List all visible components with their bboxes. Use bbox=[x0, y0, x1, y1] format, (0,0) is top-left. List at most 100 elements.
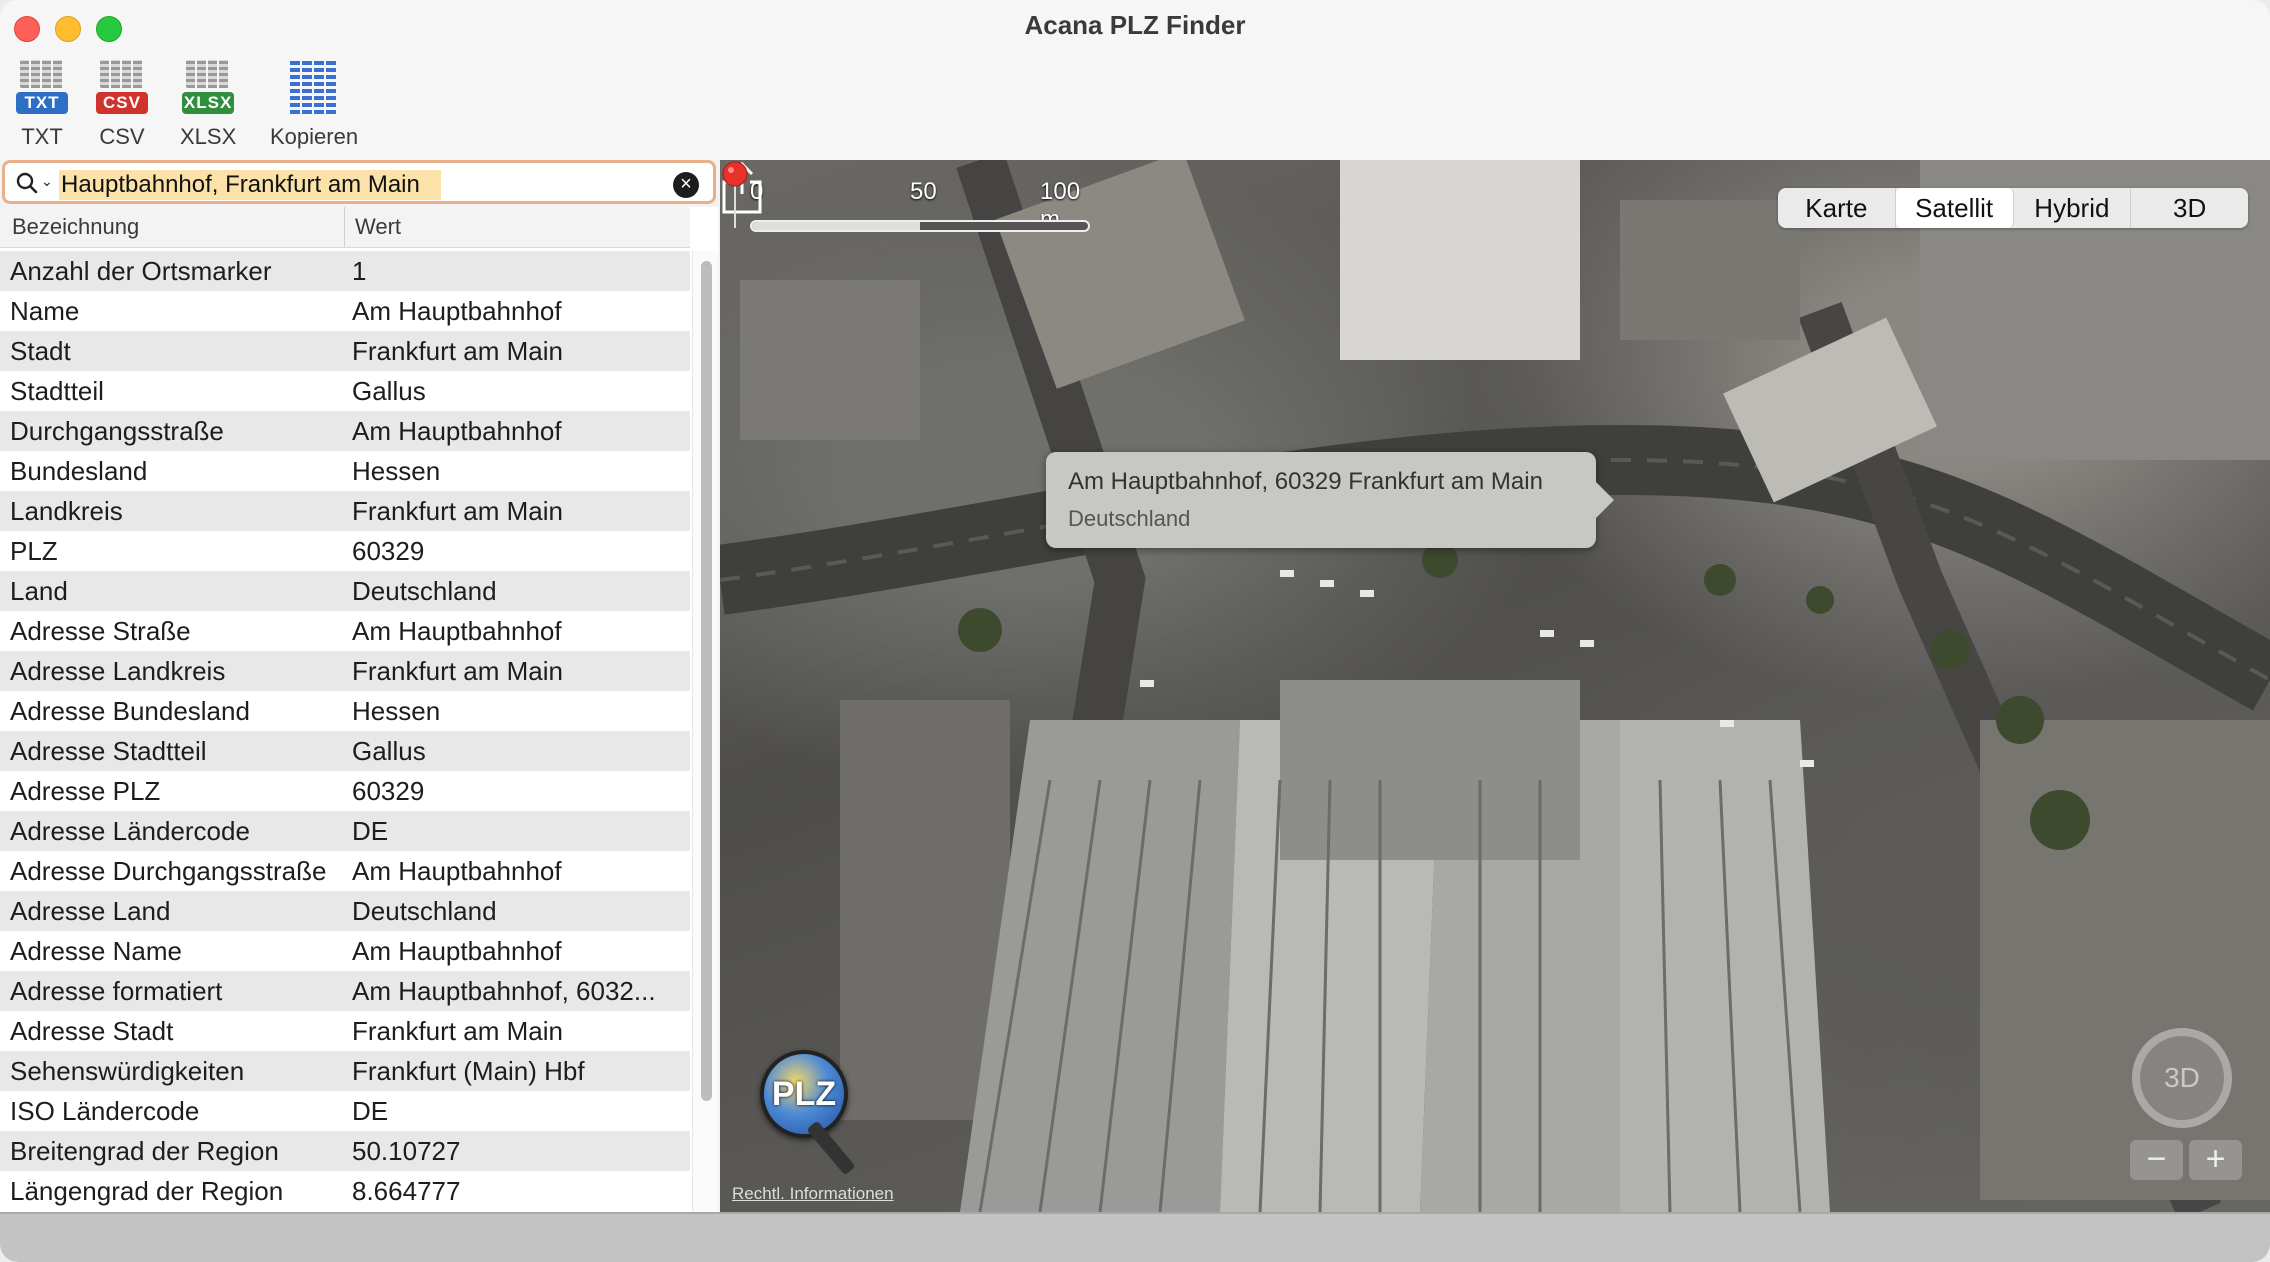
row-label: Adresse Stadtteil bbox=[10, 736, 207, 766]
export-txt-button[interactable]: TXT TXT bbox=[16, 60, 68, 150]
row-label: Adresse Land bbox=[10, 896, 171, 926]
row-value: 60329 bbox=[352, 776, 425, 806]
table-row[interactable]: Adresse Straße Am Hauptbahnhof bbox=[0, 611, 690, 651]
3d-compass-button[interactable]: 3D bbox=[2132, 1028, 2232, 1128]
csv-file-icon: CSV bbox=[96, 60, 148, 120]
copy-table-icon bbox=[290, 60, 339, 120]
search-input[interactable] bbox=[59, 167, 663, 203]
zoom-in-button[interactable]: + bbox=[2189, 1140, 2242, 1180]
callout-country: Deutschland bbox=[1068, 506, 1191, 531]
table-row[interactable]: Stadtteil Gallus bbox=[0, 371, 690, 411]
scale-bar: 0 50 100 m bbox=[750, 178, 1090, 238]
row-value: Am Hauptbahnhof bbox=[352, 296, 562, 326]
export-xlsx-button[interactable]: XLSX XLSX bbox=[180, 60, 236, 150]
row-value: Gallus bbox=[352, 376, 426, 406]
table-row[interactable]: Durchgangsstraße Am Hauptbahnhof bbox=[0, 411, 690, 451]
zoom-out-button[interactable]: − bbox=[2130, 1140, 2183, 1180]
table-row[interactable]: Adresse Name Am Hauptbahnhof bbox=[0, 931, 690, 971]
row-value: 1 bbox=[352, 256, 367, 286]
table-row[interactable]: Anzahl der Ortsmarker 1 bbox=[0, 251, 690, 291]
status-bar bbox=[0, 1212, 2270, 1262]
search-icon[interactable] bbox=[15, 171, 41, 197]
search-field[interactable]: ⌄ × bbox=[2, 160, 716, 204]
row-label: Adresse Bundesland bbox=[10, 696, 250, 726]
window-title: Acana PLZ Finder bbox=[1024, 10, 1246, 40]
copy-button[interactable]: Kopieren bbox=[270, 60, 358, 150]
row-value: Deutschland bbox=[352, 896, 497, 926]
row-label: Land bbox=[10, 576, 68, 606]
table-row[interactable]: Adresse PLZ 60329 bbox=[0, 771, 690, 811]
row-label: Breitengrad der Region bbox=[10, 1136, 279, 1166]
row-label: Bundesland bbox=[10, 456, 148, 486]
table-row[interactable]: Landkreis Frankfurt am Main bbox=[0, 491, 690, 531]
map-pin-icon[interactable] bbox=[720, 160, 750, 230]
row-value: 60329 bbox=[352, 536, 425, 566]
clear-search-icon[interactable]: × bbox=[673, 172, 699, 198]
map-mode-hybrid[interactable]: Hybrid bbox=[2014, 188, 2132, 228]
table-header: Bezeichnung Wert bbox=[0, 207, 690, 248]
zoom-controls: − + bbox=[2130, 1140, 2242, 1180]
map-mode-3d[interactable]: 3D bbox=[2131, 188, 2248, 228]
row-label: Adresse formatiert bbox=[10, 976, 223, 1006]
row-value: Frankfurt am Main bbox=[352, 1016, 563, 1046]
table-scrollbar-thumb[interactable] bbox=[701, 261, 712, 1101]
table-row[interactable]: Adresse Durchgangsstraße Am Hauptbahnhof bbox=[0, 851, 690, 891]
row-value: Gallus bbox=[352, 736, 426, 766]
table-row[interactable]: Name Am Hauptbahnhof bbox=[0, 291, 690, 331]
table-row[interactable]: Längengrad der Region 8.664777 bbox=[0, 1171, 690, 1211]
row-value: Am Hauptbahnhof bbox=[352, 416, 562, 446]
table-row[interactable]: Adresse formatiert Am Hauptbahnhof, 6032.… bbox=[0, 971, 690, 1011]
column-header-name[interactable]: Bezeichnung bbox=[12, 214, 139, 240]
legal-info-link[interactable]: Rechtl. Informationen bbox=[732, 1184, 894, 1204]
row-value: 8.664777 bbox=[352, 1176, 461, 1206]
row-label: PLZ bbox=[10, 536, 58, 566]
row-label: Adresse Landkreis bbox=[10, 656, 226, 686]
column-header-value[interactable]: Wert bbox=[344, 207, 401, 247]
row-label: Stadtteil bbox=[10, 376, 104, 406]
xlsx-file-icon: XLSX bbox=[182, 60, 235, 120]
map-view[interactable]: 0 50 100 m Karte Satellit Hybrid 3D Am H… bbox=[720, 160, 2270, 1212]
table-row[interactable]: PLZ 60329 bbox=[0, 531, 690, 571]
row-label: Adresse Durchgangsstraße bbox=[10, 856, 327, 886]
map-mode-segmented-control[interactable]: Karte Satellit Hybrid 3D bbox=[1778, 188, 2248, 228]
row-value: Hessen bbox=[352, 456, 441, 486]
row-label: Adresse PLZ bbox=[10, 776, 161, 806]
row-value: Hessen bbox=[352, 696, 441, 726]
table-row[interactable]: ISO Ländercode DE bbox=[0, 1091, 690, 1131]
table-row[interactable]: Adresse Bundesland Hessen bbox=[0, 691, 690, 731]
row-label: Landkreis bbox=[10, 496, 123, 526]
row-value: Frankfurt am Main bbox=[352, 656, 563, 686]
location-callout[interactable]: Am Hauptbahnhof, 60329 Frankfurt am Main… bbox=[1046, 452, 1614, 548]
result-table[interactable]: Bezeichnung Wert Anzahl der Ortsmarker 1 N… bbox=[0, 207, 718, 1212]
row-value: DE bbox=[352, 816, 389, 846]
row-label: ISO Ländercode bbox=[10, 1096, 200, 1126]
row-label: Adresse Ländercode bbox=[10, 816, 250, 846]
export-csv-button[interactable]: CSV CSV bbox=[96, 60, 148, 150]
row-label: Durchgangsstraße bbox=[10, 416, 224, 446]
table-row[interactable]: Land Deutschland bbox=[0, 571, 690, 611]
satellite-imagery bbox=[720, 160, 2270, 1212]
chevron-down-icon[interactable]: ⌄ bbox=[41, 173, 53, 190]
table-row[interactable]: Adresse Stadt Frankfurt am Main bbox=[0, 1011, 690, 1051]
table-row[interactable]: Breitengrad der Region 50.10727 bbox=[0, 1131, 690, 1171]
txt-file-icon: TXT bbox=[16, 60, 68, 120]
export-csv-label: CSV bbox=[99, 124, 145, 149]
row-label: Adresse Stadt bbox=[10, 1016, 174, 1046]
app-window: Acana PLZ Finder TXT TXT CSV CSV XLSX XL… bbox=[0, 0, 2270, 1262]
table-row[interactable]: Adresse Land Deutschland bbox=[0, 891, 690, 931]
table-row[interactable]: Sehenswürdigkeiten Frankfurt (Main) Hbf bbox=[0, 1051, 690, 1091]
table-row[interactable]: Adresse Landkreis Frankfurt am Main bbox=[0, 651, 690, 691]
row-label: Name bbox=[10, 296, 80, 326]
table-body: Anzahl der Ortsmarker 1 Name Am Hauptbahnho… bbox=[0, 251, 690, 1211]
copy-label: Kopieren bbox=[270, 124, 359, 149]
table-row[interactable]: Stadt Frankfurt am Main bbox=[0, 331, 690, 371]
table-scrollbar[interactable] bbox=[692, 251, 718, 1212]
table-row[interactable]: Adresse Ländercode DE bbox=[0, 811, 690, 851]
row-value: Frankfurt (Main) Hbf bbox=[352, 1056, 585, 1086]
map-mode-karte[interactable]: Karte bbox=[1778, 188, 1896, 228]
map-mode-satellit[interactable]: Satellit bbox=[1895, 188, 2014, 228]
table-row[interactable]: Adresse Stadtteil Gallus bbox=[0, 731, 690, 771]
row-value: Frankfurt am Main bbox=[352, 336, 563, 366]
row-value: Am Hauptbahnhof bbox=[352, 856, 562, 886]
table-row[interactable]: Bundesland Hessen bbox=[0, 451, 690, 491]
